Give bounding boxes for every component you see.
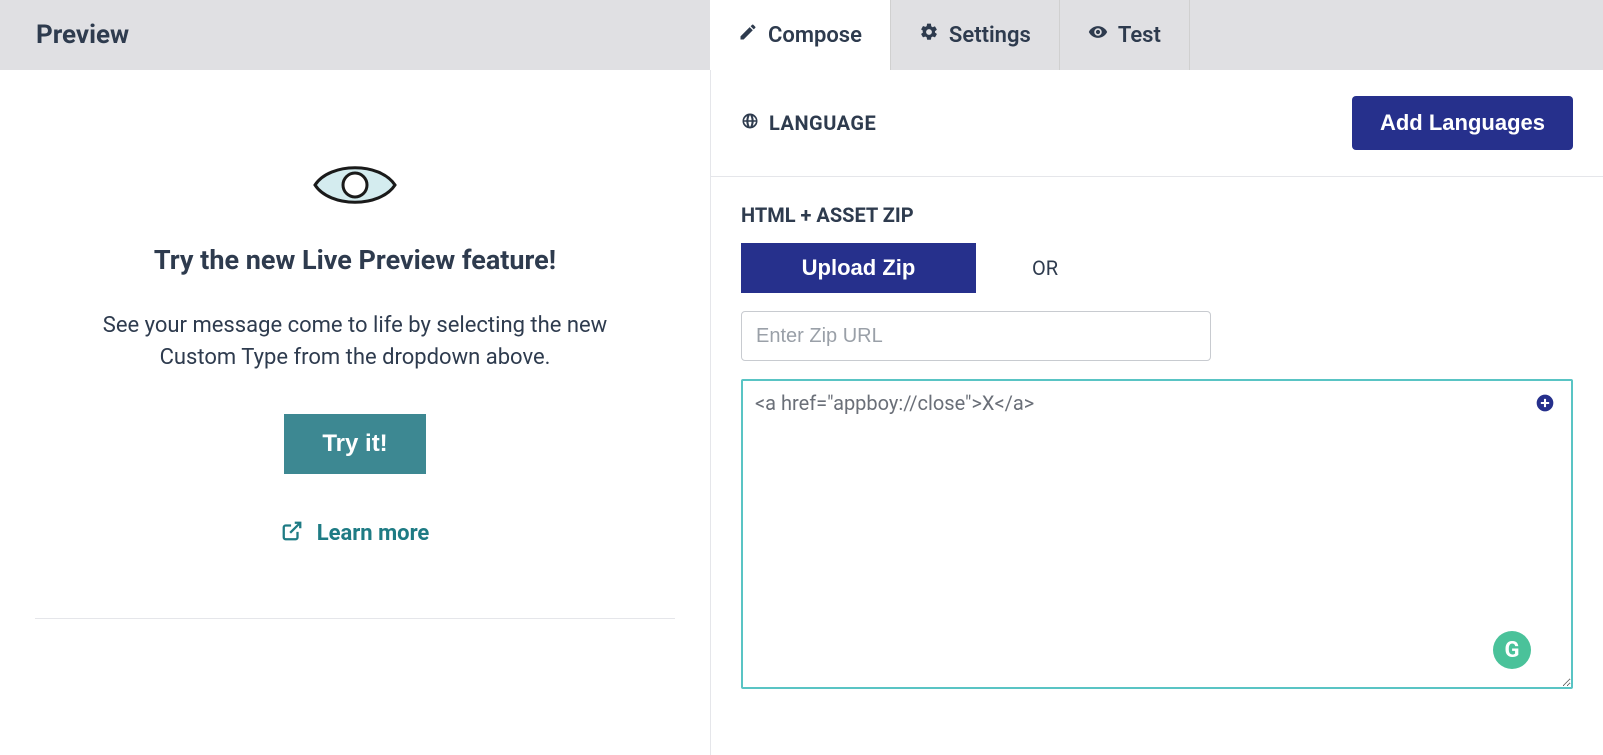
learn-more-label: Learn more [317,521,430,546]
external-link-icon [281,520,303,548]
preview-panel: Try the new Live Preview feature! See yo… [0,70,710,755]
tab-label: Settings [949,23,1031,48]
try-it-button[interactable]: Try it! [284,414,425,474]
tab-test[interactable]: Test [1060,0,1190,70]
zip-url-input[interactable] [741,311,1211,361]
eye-icon [1088,22,1108,48]
preview-eye-icon [35,160,675,214]
or-text: OR [1032,256,1058,280]
preview-heading: Try the new Live Preview feature! [35,244,675,276]
preview-title: Preview [36,20,129,50]
language-section: LANGUAGE Add Languages [711,70,1603,177]
tab-label: Compose [768,23,862,48]
tab-compose[interactable]: Compose [710,0,891,70]
add-languages-button[interactable]: Add Languages [1352,96,1573,150]
grammarly-icon: G [1493,631,1531,669]
pencil-icon [738,22,758,48]
tab-bar: Compose Settings Test [710,0,1603,70]
tab-settings[interactable]: Settings [891,0,1060,70]
globe-icon [741,111,759,135]
html-code-textarea[interactable] [741,379,1573,689]
preview-description: See your message come to life by selecti… [75,310,635,374]
upload-zip-button[interactable]: Upload Zip [741,243,976,293]
tab-label: Test [1118,23,1161,48]
add-snippet-button[interactable] [1535,393,1555,413]
zip-section-label: HTML + ASSET ZIP [741,203,1573,227]
gear-icon [919,22,939,48]
learn-more-link[interactable]: Learn more [281,520,430,548]
language-label: LANGUAGE [769,111,876,135]
divider [35,618,675,619]
